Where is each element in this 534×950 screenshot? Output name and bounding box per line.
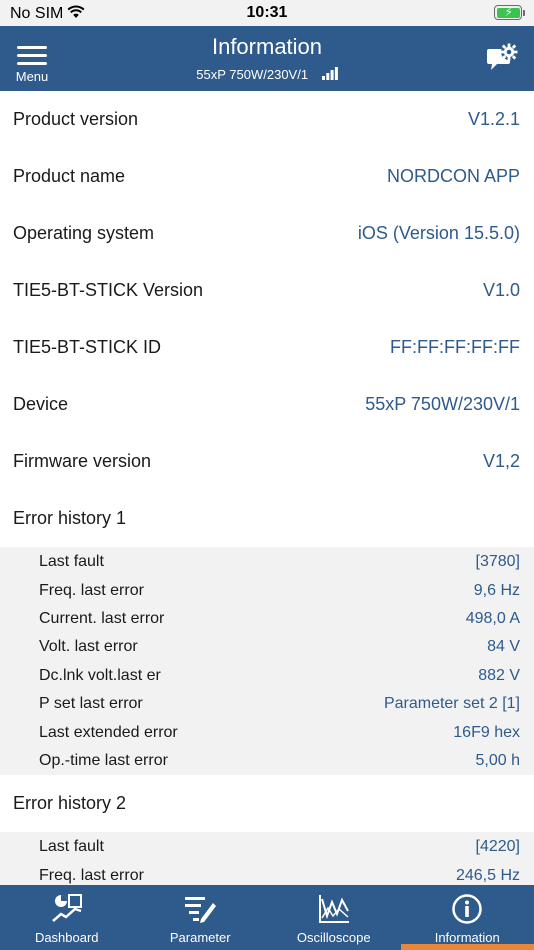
list-item: Freq. last error 246,5 Hz [0,862,534,885]
item-label: Op.-time last error [39,751,168,769]
tab-oscilloscope[interactable]: Oscilloscope [267,885,401,950]
list-item: Op.-time last error 5,00 h [0,747,534,775]
error-history-1-title: Error history 1 [0,490,534,547]
chat-gear-icon [487,43,518,70]
info-label: Product name [13,166,126,186]
item-label: Current. last error [39,609,165,627]
info-row-stick-id: TIE5-BT-STICK ID FF:FF:FF:FF:FF [0,319,534,376]
list-item: Last fault [4220] [0,833,534,861]
info-value: V1,2 [482,451,520,471]
info-value: NORDCON APP [386,166,520,186]
info-value: V1.0 [482,280,520,300]
information-list[interactable]: Product version V1.2.1 Product name NORDCO… [0,91,534,885]
item-value: 246,5 Hz [455,866,520,884]
error-history-1-list: Last fault [3780] Freq. last error 9,6 Hz … [0,547,534,776]
info-label: TIE5-BT-STICK Version [13,280,204,300]
list-item: Last fault [3780] [0,548,534,576]
info-label: Firmware version [13,451,152,471]
list-item: Freq. last error 9,6 Hz [0,576,534,604]
item-label: P set last error [39,695,143,713]
info-row-product-name: Product name NORDCON APP [0,148,534,205]
tab-information[interactable]: Information [400,885,534,950]
tab-dashboard[interactable]: Dashboard [0,885,134,950]
item-value: 84 V [487,638,520,656]
tab-label: Oscilloscope [296,930,371,945]
info-row-firmware-version: Firmware version V1,2 [0,433,534,490]
error-history-2-list: Last fault [4220] Freq. last error 246,5 H… [0,832,534,885]
list-item: P set last error Parameter set 2 [1] [0,690,534,718]
tab-bar: Dashboard Parameter Oscilloscope Informa… [0,885,534,950]
item-value: 882 V [478,666,520,684]
page-title: Information [211,34,323,59]
item-value: 9,6 Hz [473,581,520,599]
list-item: Last extended error 16F9 hex [0,718,534,746]
info-value: FF:FF:FF:FF:FF [390,337,520,357]
settings-button[interactable] [486,41,520,78]
tab-label: Parameter [169,930,231,945]
info-label: Operating system [13,223,155,243]
item-label: Freq. last error [39,866,144,884]
item-value: [4220] [475,838,520,856]
device-name: 55xP 750W/230V/1 [196,67,309,82]
device-subtitle: 55xP 750W/230V/1 [0,67,534,83]
item-label: Freq. last error [39,581,144,599]
item-value: 498,0 A [465,609,520,627]
tab-label: Information [434,930,500,945]
tab-parameter[interactable]: Parameter [134,885,268,950]
information-icon [452,894,482,924]
battery-tip [523,10,525,16]
clock: 10:31 [246,4,288,21]
item-value: 16F9 hex [453,723,520,741]
item-label: Last fault [39,838,104,856]
item-label: Last extended error [39,723,178,741]
info-label: TIE5-BT-STICK ID [13,337,162,357]
item-value: 5,00 h [475,751,520,769]
info-value: V1.2.1 [467,109,520,129]
status-bar: No SIM 10:31 ⚡ [0,0,534,26]
parameter-icon [185,897,217,923]
list-item: Volt. last error 84 V [0,633,534,661]
item-label: Last fault [39,553,104,571]
info-row-operating-system: Operating system iOS (Version 15.5.0) [0,205,534,262]
oscilloscope-icon [318,895,349,923]
info-row-stick-version: TIE5-BT-STICK Version V1.0 [0,262,534,319]
info-label: Device [13,394,69,414]
nav-bar: Menu Information 55xP 750W/230V/1 [0,26,534,91]
dashboard-icon [51,894,82,922]
info-value: 55xP 750W/230V/1 [365,394,520,414]
list-item: Dc.lnk volt.last er 882 V [0,662,534,690]
item-value: Parameter set 2 [1] [383,695,520,713]
info-row-device: Device 55xP 750W/230V/1 [0,376,534,433]
info-value: iOS (Version 15.5.0) [357,223,520,243]
item-label: Dc.lnk volt.last er [39,666,161,684]
item-label: Volt. last error [39,638,138,656]
info-label: Product version [13,109,139,129]
error-history-2-title: Error history 2 [0,775,534,833]
signal-strength-icon [321,67,338,83]
list-item: Current. last error 498,0 A [0,605,534,633]
info-row-product-version: Product version V1.2.1 [0,91,534,148]
tab-label: Dashboard [34,930,99,945]
item-value: [3780] [475,553,520,571]
battery-icon: ⚡ [494,5,522,20]
